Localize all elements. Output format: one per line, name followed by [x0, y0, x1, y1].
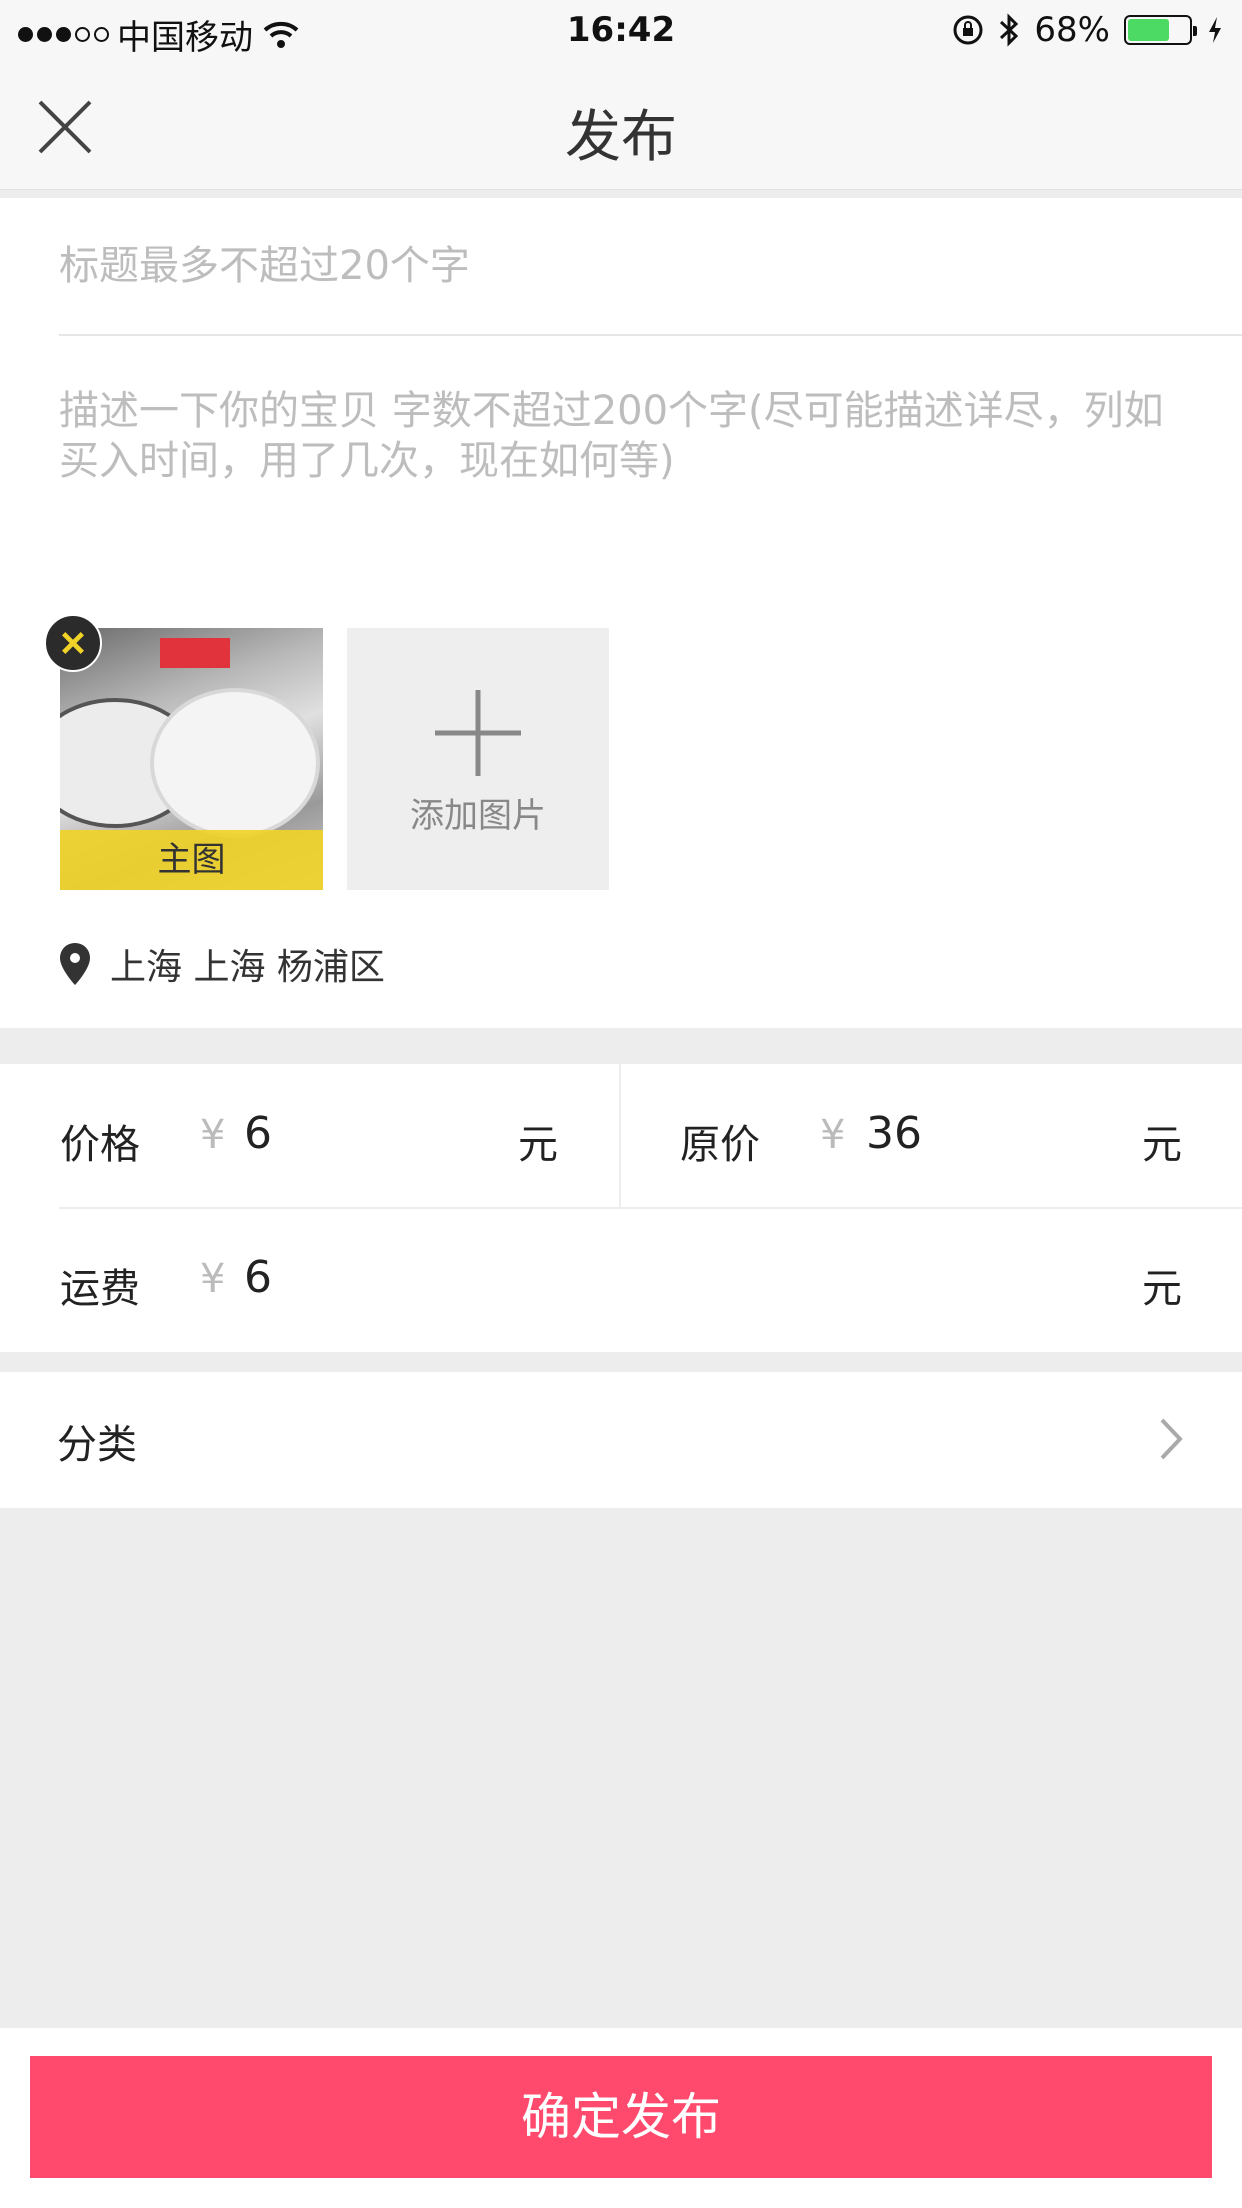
status-bar: 中国移动 16:42 68% — [0, 0, 1242, 62]
main-photo-label: 主图 — [60, 830, 323, 890]
original-price-currency: ¥ — [820, 1112, 846, 1158]
main-photo-thumbnail[interactable]: 主图 — [60, 628, 323, 890]
shipping-label: 运费 — [60, 1266, 140, 1312]
price-label: 价格 — [60, 1122, 140, 1168]
original-price-label: 原价 — [680, 1122, 760, 1168]
nav-bar: 发布 — [0, 62, 1242, 190]
remove-photo-icon[interactable] — [44, 614, 102, 672]
category-label: 分类 — [57, 1422, 137, 1468]
category-row[interactable]: 分类 — [0, 1372, 1242, 1508]
battery-percent: 68% — [1034, 10, 1110, 50]
rotation-lock-icon — [953, 15, 983, 45]
bluetooth-icon — [1000, 13, 1019, 47]
bottom-bar: 确定发布 — [0, 2028, 1242, 2208]
row-divider — [59, 1207, 1242, 1209]
publish-button[interactable]: 确定发布 — [30, 2056, 1212, 2178]
plus-icon — [435, 690, 521, 776]
status-right: 68% — [952, 10, 1224, 50]
listing-form: 主图 添加图片 上海 上海 杨浦区 — [0, 198, 1242, 1028]
location-text: 上海 上海 杨浦区 — [110, 947, 385, 988]
price-currency: ¥ — [200, 1112, 226, 1158]
pricing-section: 价格 ¥ 6 元 原价 ¥ 36 元 运费 ¥ 6 元 — [0, 1064, 1242, 1352]
battery-fill — [1128, 19, 1169, 41]
price-input[interactable]: 6 — [244, 1108, 272, 1159]
location-pin-icon — [60, 943, 90, 985]
page-title: 发布 — [565, 105, 677, 170]
column-divider — [619, 1064, 621, 1209]
chevron-right-icon — [1160, 1418, 1183, 1460]
original-price-input[interactable]: 36 — [866, 1108, 922, 1159]
shipping-currency: ¥ — [200, 1256, 226, 1302]
location-row[interactable]: 上海 上海 杨浦区 — [58, 938, 385, 990]
price-unit: 元 — [518, 1122, 558, 1168]
original-price-unit: 元 — [1142, 1122, 1182, 1168]
description-input[interactable] — [59, 386, 1189, 566]
shipping-unit: 元 — [1142, 1266, 1182, 1312]
shipping-input[interactable]: 6 — [244, 1252, 272, 1303]
add-photo-button[interactable]: 添加图片 — [347, 628, 609, 890]
title-input[interactable] — [59, 198, 1242, 336]
add-photo-label: 添加图片 — [410, 796, 546, 836]
battery-icon — [1124, 15, 1197, 45]
charging-icon — [1209, 17, 1221, 43]
